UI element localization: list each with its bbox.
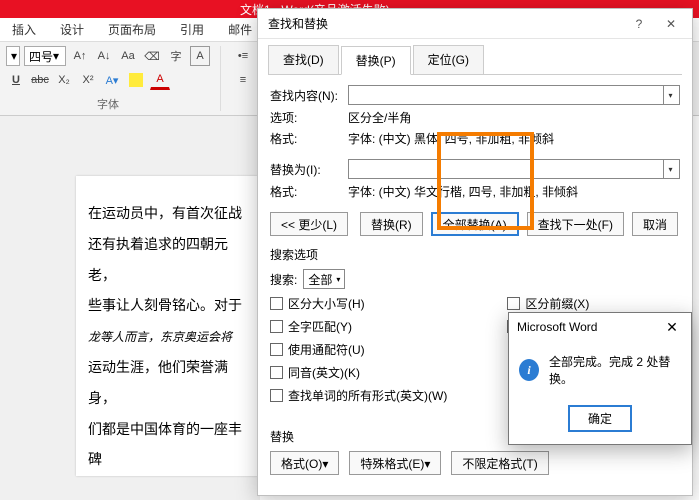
check-all-word-forms[interactable]: 查找单词的所有形式(英文)(W) (270, 387, 447, 404)
text-effects-button[interactable]: A▾ (102, 70, 122, 90)
find-next-button[interactable]: 查找下一处(F) (527, 212, 624, 236)
document-area: 在运动员中，有首次征战 还有执着追求的四朝元老， 些事让人刻骨铭心。对于 龙等人… (0, 116, 260, 500)
tab-goto[interactable]: 定位(G) (413, 45, 484, 74)
help-icon[interactable]: ? (624, 12, 654, 36)
font-select[interactable]: ▾ (6, 46, 20, 66)
underline-button[interactable]: U (6, 70, 26, 90)
replace-format-value: 字体: (中文) 华文行楷, 四号, 非加粗, 非倾斜 (348, 183, 578, 200)
check-match-case[interactable]: 区分大小写(H) (270, 295, 447, 312)
special-button[interactable]: 特殊格式(E)▾ (349, 451, 441, 475)
replace-all-button[interactable]: 全部替换(A) (431, 212, 519, 236)
find-input[interactable]: ▾ (348, 85, 680, 105)
tab-replace[interactable]: 替换(P) (341, 46, 411, 75)
dialog-tabs: 查找(D) 替换(P) 定位(G) (258, 39, 692, 74)
less-button[interactable]: << 更少(L) (270, 212, 348, 236)
char-frame-button[interactable]: A (190, 46, 210, 66)
close-icon[interactable]: ✕ (656, 12, 686, 36)
clear-format-button[interactable]: ⌫ (142, 46, 162, 66)
cancel-button[interactable]: 取消 (632, 212, 678, 236)
ribbon-tab-insert[interactable]: 插入 (0, 18, 48, 41)
dialog-titlebar: 查找和替换 ? ✕ (258, 9, 692, 39)
replace-input[interactable]: ▾ (348, 159, 680, 179)
msgbox-title: Microsoft Word (517, 320, 597, 334)
message-box: Microsoft Word ✕ i 全部完成。完成 2 处替换。 确定 (508, 312, 692, 445)
align-button[interactable]: ≡ (233, 70, 253, 90)
replace-label: 替换为(I): (270, 161, 348, 178)
close-icon[interactable]: ✕ (657, 316, 687, 338)
font-color-button[interactable]: A (150, 70, 170, 90)
change-case-button[interactable]: Aa (118, 46, 138, 66)
msgbox-text: 全部完成。完成 2 处替换。 (549, 353, 681, 387)
check-wildcards[interactable]: 使用通配符(U) (270, 341, 447, 358)
check-prefix[interactable]: 区分前缀(X) (507, 295, 589, 312)
strike-button[interactable]: abc (30, 70, 50, 90)
search-label: 搜索: (270, 271, 297, 288)
find-format-value: 字体: (中文) 黑体, 四号, 非加粗, 非倾斜 (348, 130, 554, 147)
subscript-button[interactable]: X₂ (54, 70, 74, 90)
phonetic-button[interactable]: 字 (166, 46, 186, 66)
doc-line: 还有执着追求的四朝元老， (88, 231, 254, 293)
doc-line: 龙等人而言，东京奥运会将 (88, 323, 254, 354)
find-label: 查找内容(N): (270, 87, 348, 104)
bullets-button[interactable]: •≡ (233, 46, 253, 66)
ribbon-tab-references[interactable]: 引用 (168, 18, 216, 41)
document-page[interactable]: 在运动员中，有首次征战 还有执着追求的四朝元老， 些事让人刻骨铭心。对于 龙等人… (76, 176, 266, 476)
doc-line: 些事让人刻骨铭心。对于 (88, 292, 254, 323)
increase-font-button[interactable]: A↑ (70, 46, 90, 66)
info-icon: i (519, 359, 539, 381)
font-size-select[interactable]: 四号 ▾ (24, 46, 66, 66)
dialog-title: 查找和替换 (268, 15, 328, 32)
format-label: 格式: (270, 130, 348, 147)
check-whole-word[interactable]: 全字匹配(Y) (270, 318, 447, 335)
ribbon-tab-layout[interactable]: 页面布局 (96, 18, 168, 41)
font-group-label: 字体 (6, 96, 210, 112)
search-direction-select[interactable]: 全部▾ (303, 269, 345, 289)
format-button[interactable]: 格式(O)▾ (270, 451, 339, 475)
check-sounds-like[interactable]: 同音(英文)(K) (270, 364, 447, 381)
replace-button[interactable]: 替换(R) (360, 212, 423, 236)
format-label: 格式: (270, 183, 348, 200)
doc-line: 在运动员中，有首次征战 (88, 200, 254, 231)
options-value: 区分全/半角 (348, 109, 411, 126)
ribbon-tab-design[interactable]: 设计 (48, 18, 96, 41)
doc-line: 们都是中国体育的一座丰碑 (88, 416, 254, 478)
chevron-down-icon[interactable]: ▾ (663, 86, 677, 104)
decrease-font-button[interactable]: A↓ (94, 46, 114, 66)
superscript-button[interactable]: X² (78, 70, 98, 90)
search-section-header: 搜索选项 (270, 246, 680, 263)
doc-line: 运动生涯，他们荣誉满身， (88, 354, 254, 416)
chevron-down-icon[interactable]: ▾ (663, 160, 677, 178)
no-format-button[interactable]: 不限定格式(T) (451, 451, 548, 475)
tab-find[interactable]: 查找(D) (268, 45, 339, 74)
ok-button[interactable]: 确定 (568, 405, 632, 432)
highlight-button[interactable] (129, 73, 143, 87)
options-label: 选项: (270, 109, 348, 126)
